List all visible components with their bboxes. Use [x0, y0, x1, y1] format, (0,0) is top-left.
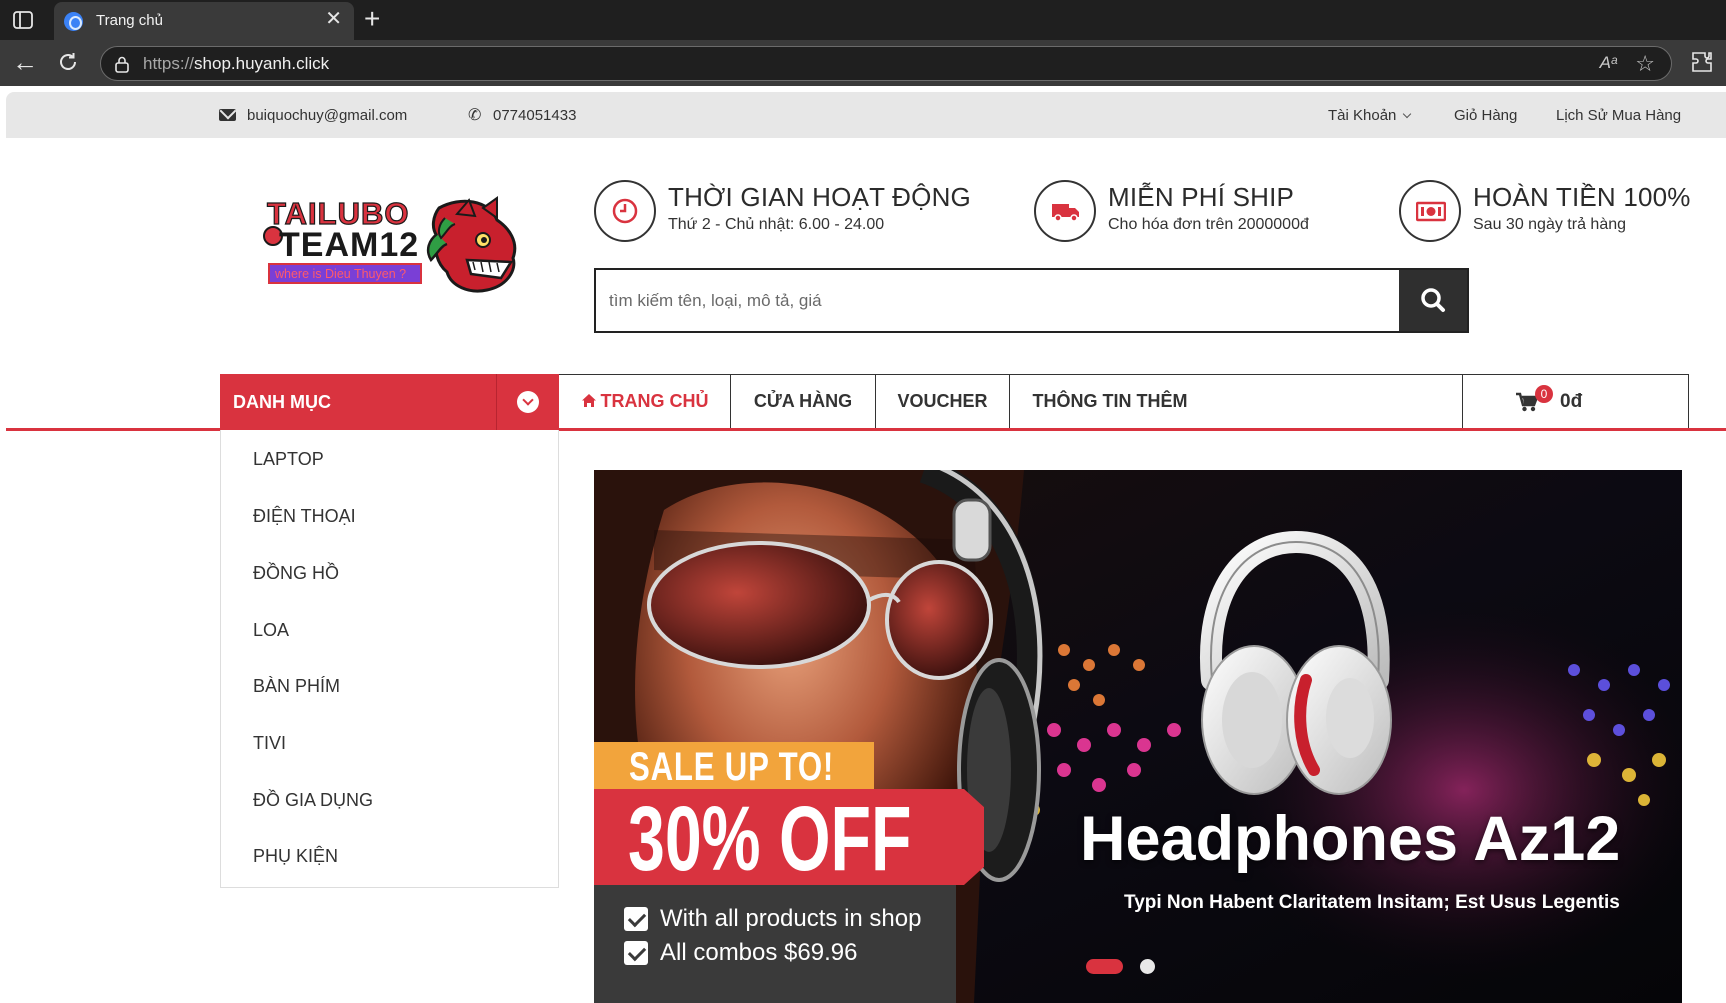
- feature-shipping-badge: [1034, 180, 1096, 242]
- category-item-phone[interactable]: ĐIỆN THOẠI: [253, 506, 356, 527]
- feature-hours: THỜI GIAN HOẠT ĐỘNG Thứ 2 - Chủ nhật: 6.…: [594, 180, 984, 250]
- cart-link[interactable]: Giỏ Hàng: [1454, 107, 1517, 124]
- feature-hours-badge: [594, 180, 656, 242]
- search-button[interactable]: [1399, 270, 1467, 331]
- reload-icon[interactable]: [56, 50, 80, 74]
- url-text: https://shop.huyanh.click: [143, 54, 329, 74]
- search-input[interactable]: [596, 270, 1396, 331]
- feature-shipping: MIỄN PHÍ SHIP Cho hóa đơn trên 2000000đ: [1034, 180, 1354, 250]
- feature-refund-badge: [1399, 180, 1461, 242]
- discount-text: 30% OFF: [628, 788, 912, 890]
- logo-tagline: where is Dieu Thuyen ?: [274, 267, 406, 281]
- nav-home[interactable]: TRANG CHỦ: [559, 375, 731, 428]
- promo-line-2: All combos $69.96: [660, 939, 858, 966]
- browser-tab-bar: Trang chủ ✕ +: [0, 0, 1726, 40]
- category-item-laptop[interactable]: LAPTOP: [253, 449, 324, 470]
- tab-close-icon[interactable]: ✕: [325, 9, 342, 29]
- new-tab-icon[interactable]: +: [364, 4, 380, 34]
- sale-headline: SALE UP TO!: [629, 745, 835, 789]
- browser-tab[interactable]: Trang chủ ✕: [54, 2, 354, 40]
- cart-count-badge: 0: [1535, 385, 1553, 403]
- nav-more-info[interactable]: THÔNG TIN THÊM: [1010, 375, 1210, 428]
- search-icon: [1421, 288, 1445, 312]
- envelope-icon: [219, 109, 236, 121]
- dragon-mascot-icon: [426, 196, 517, 293]
- checkbox-checked-icon: [624, 907, 648, 931]
- lock-icon[interactable]: [113, 55, 131, 73]
- order-history-link[interactable]: Lịch Sử Mua Hàng: [1556, 107, 1681, 124]
- category-menu-toggle[interactable]: DANH MỤC: [220, 374, 559, 430]
- feature-refund-title: HOÀN TIỀN 100%: [1473, 182, 1691, 212]
- feature-shipping-sub: Cho hóa đơn trên 2000000đ: [1108, 216, 1309, 233]
- clock-icon: [612, 198, 638, 224]
- banner-title: Headphones Az12: [1080, 804, 1621, 874]
- slide-indicator[interactable]: [1140, 959, 1155, 974]
- checkbox-checked-icon: [624, 941, 648, 965]
- read-aloud-icon[interactable]: Aᵃ: [1600, 53, 1617, 73]
- category-item-watch[interactable]: ĐỒNG HỒ: [253, 563, 339, 584]
- phone-icon: ✆: [468, 107, 482, 124]
- contact-phone[interactable]: 0774051433: [493, 107, 576, 124]
- url-scheme: https://: [143, 54, 195, 73]
- cart-total: 0đ: [1560, 391, 1583, 412]
- truck-icon: [1052, 204, 1079, 222]
- nav-cart[interactable]: 0 0đ: [1462, 375, 1688, 428]
- hero-banner[interactable]: SALE UP TO! 30% OFF With all products in…: [594, 470, 1682, 1003]
- site-logo[interactable]: TAILUBO TEAM12 where is Dieu Thuyen ?: [261, 194, 523, 296]
- money-icon: [1416, 201, 1446, 222]
- web-page: buiquochuy@gmail.com ✆ 0774051433 Tài Kh…: [6, 92, 1726, 1003]
- category-item-keyboard[interactable]: BÀN PHÍM: [253, 676, 340, 697]
- extensions-icon[interactable]: [1690, 50, 1714, 74]
- logo-line2: TEAM12: [279, 226, 419, 264]
- url-host: shop.huyanh.click: [194, 54, 330, 73]
- home-icon: [581, 393, 596, 407]
- promo-line-1: With all products in shop: [660, 905, 922, 932]
- favorite-star-icon[interactable]: ☆: [1635, 51, 1655, 77]
- feature-hours-sub: Thứ 2 - Chủ nhật: 6.00 - 24.00: [668, 216, 885, 233]
- category-item-speaker[interactable]: LOA: [253, 620, 289, 641]
- chevron-down-icon[interactable]: [517, 391, 539, 413]
- promo-info-box: With all products in shop All combos $69…: [594, 885, 956, 1003]
- feature-shipping-title: MIỄN PHÍ SHIP: [1108, 182, 1295, 212]
- browser-address-bar: ← https://shop.huyanh.click Aᵃ ☆: [0, 40, 1726, 86]
- nav-voucher[interactable]: VOUCHER: [876, 375, 1010, 428]
- nav-shop[interactable]: CỬA HÀNG: [731, 375, 876, 428]
- slide-indicator-active[interactable]: [1086, 959, 1123, 974]
- category-item-accessory[interactable]: PHỤ KIỆN: [253, 846, 338, 867]
- chevron-down-icon: [1403, 109, 1412, 119]
- account-menu[interactable]: Tài Khoản: [1328, 107, 1412, 124]
- url-field[interactable]: https://shop.huyanh.click Aᵃ ☆: [100, 46, 1672, 81]
- top-info-bar: buiquochuy@gmail.com ✆ 0774051433 Tài Kh…: [6, 92, 1726, 138]
- category-list: LAPTOP ĐIỆN THOẠI ĐỒNG HỒ LOA BÀN PHÍM T…: [220, 430, 559, 888]
- account-label: Tài Khoản: [1328, 107, 1397, 124]
- tab-title: Trang chủ: [96, 12, 163, 29]
- category-item-tv[interactable]: TIVI: [253, 733, 286, 754]
- feature-hours-title: THỜI GIAN HOẠT ĐỘNG: [668, 182, 971, 212]
- feature-refund-sub: Sau 30 ngày trả hàng: [1473, 216, 1627, 233]
- category-menu-label: DANH MỤC: [233, 392, 331, 412]
- sidebar-toggle-icon[interactable]: [12, 9, 34, 31]
- contact-email[interactable]: buiquochuy@gmail.com: [247, 107, 407, 124]
- category-item-appliance[interactable]: ĐỒ GIA DỤNG: [253, 790, 373, 811]
- banner-subtitle: Typi Non Habent Claritatem Insitam; Est …: [1124, 892, 1620, 913]
- site-favicon-icon: [64, 12, 83, 31]
- feature-refund: HOÀN TIỀN 100% Sau 30 ngày trả hàng: [1399, 180, 1699, 250]
- nav-home-label: TRANG CHỦ: [600, 391, 709, 411]
- main-nav: TRANG CHỦ CỬA HÀNG VOUCHER THÔNG TIN THÊ…: [559, 374, 1689, 428]
- back-arrow-icon[interactable]: ←: [12, 49, 38, 75]
- category-menu-divider: [496, 374, 497, 430]
- search-bar: [594, 268, 1469, 333]
